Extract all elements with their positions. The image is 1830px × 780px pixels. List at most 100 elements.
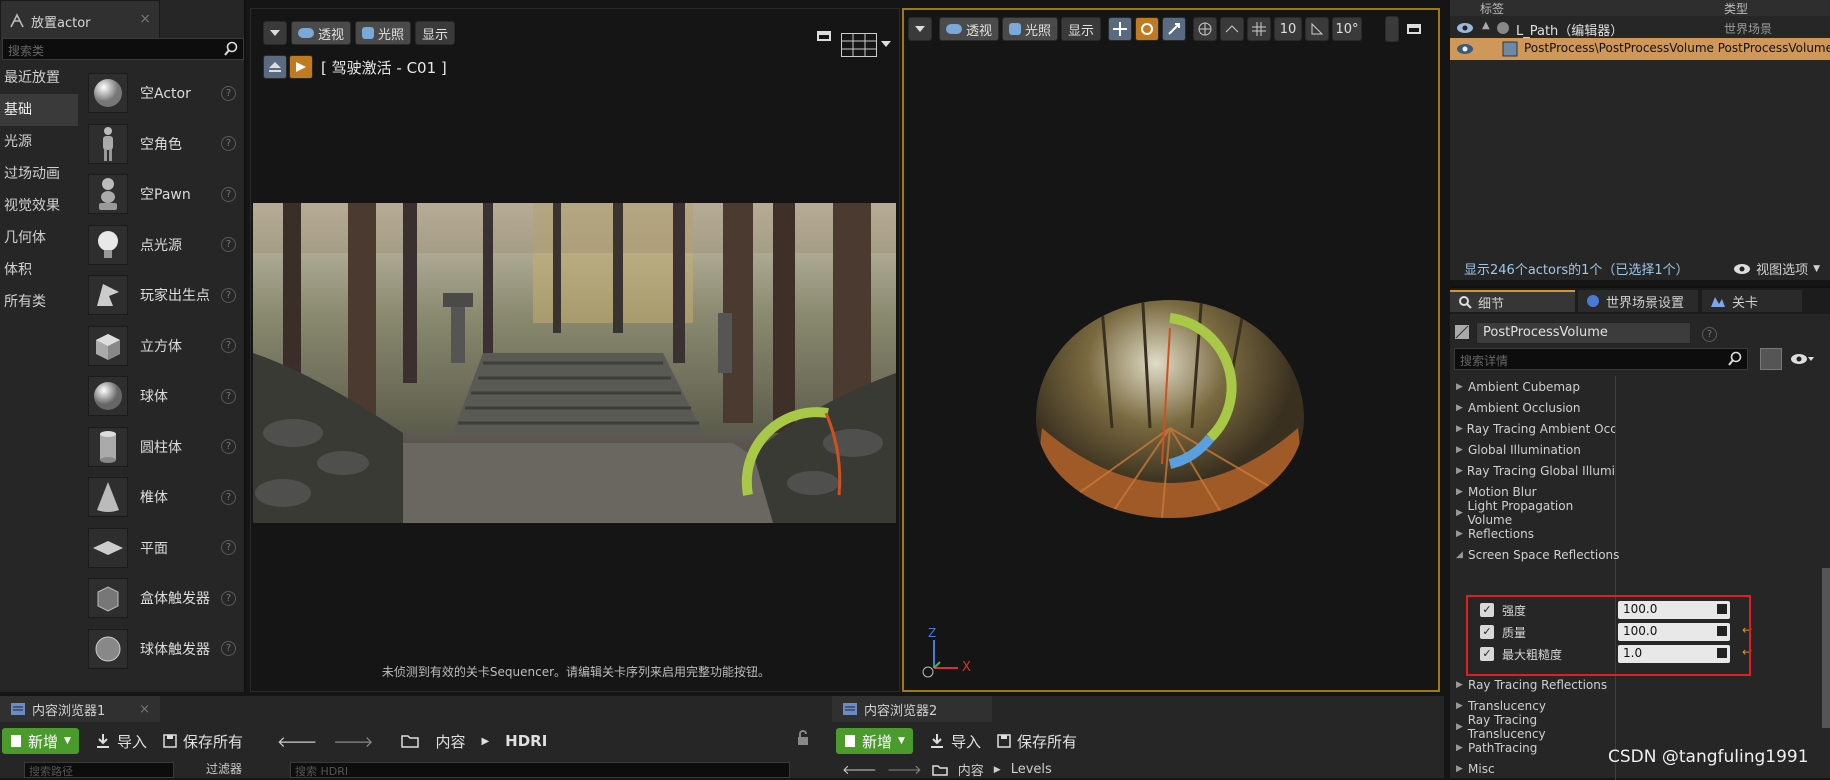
close-icon[interactable]: × — [139, 11, 151, 27]
viewport-menu-button[interactable] — [263, 21, 287, 45]
category-recent[interactable]: 最近放置 — [0, 62, 78, 94]
place-search-input[interactable]: 搜索类 — [2, 38, 244, 60]
grid-snap-value[interactable]: 10 — [1274, 17, 1303, 41]
help-icon[interactable]: ? — [221, 439, 236, 455]
path-segment-root[interactable]: 内容 — [958, 760, 984, 779]
expand-arrow-icon[interactable]: ▲ — [1482, 20, 1490, 31]
help-icon[interactable]: ? — [221, 641, 236, 657]
maximize-icon[interactable] — [817, 31, 831, 41]
actor-item[interactable]: 平面? — [80, 523, 244, 574]
help-icon[interactable]: ? — [221, 388, 236, 404]
eye-icon[interactable] — [1456, 43, 1474, 55]
column-splitter[interactable] — [1615, 376, 1616, 780]
category-geometry[interactable]: 几何体 — [0, 222, 78, 254]
actor-item[interactable]: 椎体? — [80, 472, 244, 523]
layout-grid-icon[interactable] — [841, 33, 877, 57]
help-icon[interactable]: ? — [1702, 326, 1717, 342]
place-actors-tab[interactable]: 放置actor × — [0, 0, 160, 40]
rotate-icon[interactable] — [1135, 17, 1160, 41]
help-icon[interactable]: ? — [221, 85, 236, 101]
category-all-classes[interactable]: 所有类 — [0, 286, 78, 318]
viewport-menu-button[interactable] — [908, 17, 932, 41]
camera-speed-icon[interactable] — [1385, 16, 1400, 42]
actor-item[interactable]: 球体? — [80, 371, 244, 422]
section-row[interactable]: ▶ Reflections — [1450, 523, 1615, 545]
scale-icon[interactable] — [1162, 17, 1187, 41]
show-button[interactable]: 显示 — [415, 21, 456, 45]
viewport-perspective[interactable]: 透视 光照 显示 10 10° Z X — [902, 8, 1440, 692]
column-label[interactable]: 标签 — [1480, 0, 1504, 17]
details-scrollbar[interactable] — [1822, 568, 1830, 728]
search-assets-input[interactable]: 搜索 HDRI — [290, 762, 790, 778]
folder-icon[interactable] — [401, 734, 420, 748]
forward-arrow-icon[interactable]: 🡒 — [887, 762, 922, 778]
actor-item[interactable]: 球体触发器? — [80, 624, 244, 675]
back-arrow-icon[interactable]: 🡐 — [277, 732, 317, 751]
path-segment-root[interactable]: 内容 — [435, 731, 465, 752]
close-icon[interactable]: × — [139, 702, 150, 717]
help-icon[interactable]: ? — [221, 186, 236, 202]
help-icon[interactable]: ? — [221, 590, 236, 606]
new-button[interactable]: 新增 ▼ — [2, 728, 79, 754]
outliner-row-selected[interactable]: PostProcess\PostProcessVolume PostProces… — [1450, 38, 1830, 60]
actor-item[interactable]: 空角色? — [80, 119, 244, 170]
folder-icon[interactable] — [932, 764, 948, 776]
show-button[interactable]: 显示 — [1061, 17, 1102, 41]
path-segment-folder[interactable]: HDRI — [505, 732, 547, 750]
category-basic[interactable]: 基础 — [0, 94, 78, 126]
category-lights[interactable]: 光源 — [0, 126, 78, 158]
section-row[interactable]: ▶ Light Propagation Volume — [1450, 499, 1615, 527]
rotation-snap-icon[interactable] — [1305, 17, 1330, 41]
lit-button[interactable]: 光照 — [1002, 17, 1059, 41]
section-row[interactable]: ▶ Ambient Occlusion — [1450, 397, 1615, 419]
content-browser-tab[interactable]: 内容浏览器1 × — [0, 696, 160, 722]
actor-item[interactable]: 点光源? — [80, 220, 244, 271]
surface-snap-icon[interactable] — [1220, 17, 1245, 41]
help-icon[interactable]: ? — [221, 338, 236, 354]
perspective-button[interactable]: 透视 — [939, 17, 1000, 41]
chevron-down-icon[interactable] — [881, 41, 891, 47]
object-name-field[interactable]: PostProcessVolume — [1476, 322, 1691, 344]
eject-icon[interactable] — [263, 55, 287, 79]
lit-button[interactable]: 光照 — [355, 21, 412, 45]
section-row[interactable]: ▶ Global Illumination — [1450, 439, 1615, 461]
grid-snap-icon[interactable] — [1247, 17, 1272, 41]
camera-lock-icon[interactable] — [289, 55, 313, 79]
import-button[interactable]: 导入 — [929, 731, 981, 752]
section-row[interactable]: ▶Ray Tracing Ambient Occlus — [1450, 418, 1615, 440]
save-all-button[interactable]: 保存所有 — [997, 731, 1077, 752]
eye-icon[interactable] — [1456, 22, 1474, 34]
help-icon[interactable]: ? — [221, 287, 236, 303]
category-visual-effects[interactable]: 视觉效果 — [0, 190, 78, 222]
import-button[interactable]: 导入 — [95, 731, 147, 752]
maximize-icon[interactable] — [1402, 17, 1426, 41]
category-volumes[interactable]: 体积 — [0, 254, 78, 286]
grid-view-icon[interactable] — [1760, 348, 1782, 370]
rotation-snap-value[interactable]: 10° — [1332, 17, 1363, 41]
view-options-button[interactable]: 视图选项 ▼ — [1733, 259, 1820, 278]
actor-item[interactable]: 立方体? — [80, 321, 244, 372]
section-row[interactable]: ▶ Ambient Cubemap — [1450, 376, 1615, 398]
column-type[interactable]: 类型 — [1724, 0, 1748, 17]
section-row[interactable]: ▶ Misc — [1450, 758, 1615, 780]
world-local-icon[interactable] — [1193, 17, 1218, 41]
back-arrow-icon[interactable]: 🡐 — [842, 762, 877, 778]
actor-item[interactable]: 空Actor? — [80, 68, 244, 119]
search-paths-input[interactable]: 搜索路径 — [24, 762, 174, 778]
eye-options-icon[interactable] — [1790, 352, 1814, 366]
section-row-expanded[interactable]: ◢ Screen Space Reflections — [1450, 544, 1750, 566]
actor-item[interactable]: 圆柱体? — [80, 422, 244, 473]
path-segment-folder[interactable]: Levels — [1011, 762, 1052, 777]
tab-details[interactable]: 细节 — [1450, 290, 1575, 312]
help-icon[interactable]: ? — [221, 489, 236, 505]
perspective-button[interactable]: 透视 — [291, 21, 352, 45]
actor-item[interactable]: 空Pawn? — [80, 169, 244, 220]
section-row[interactable]: ▶ Ray Tracing Global Illumina — [1450, 460, 1615, 482]
lock-icon[interactable] — [796, 730, 810, 746]
help-icon[interactable]: ? — [221, 540, 236, 556]
category-cinematic[interactable]: 过场动画 — [0, 158, 78, 190]
content-browser-tab[interactable]: 内容浏览器2 — [832, 696, 992, 722]
section-row[interactable]: ▶ Ray Tracing Translucency — [1450, 713, 1615, 741]
details-search-input[interactable]: 搜索详情 — [1454, 348, 1748, 370]
translate-icon[interactable] — [1108, 17, 1133, 41]
